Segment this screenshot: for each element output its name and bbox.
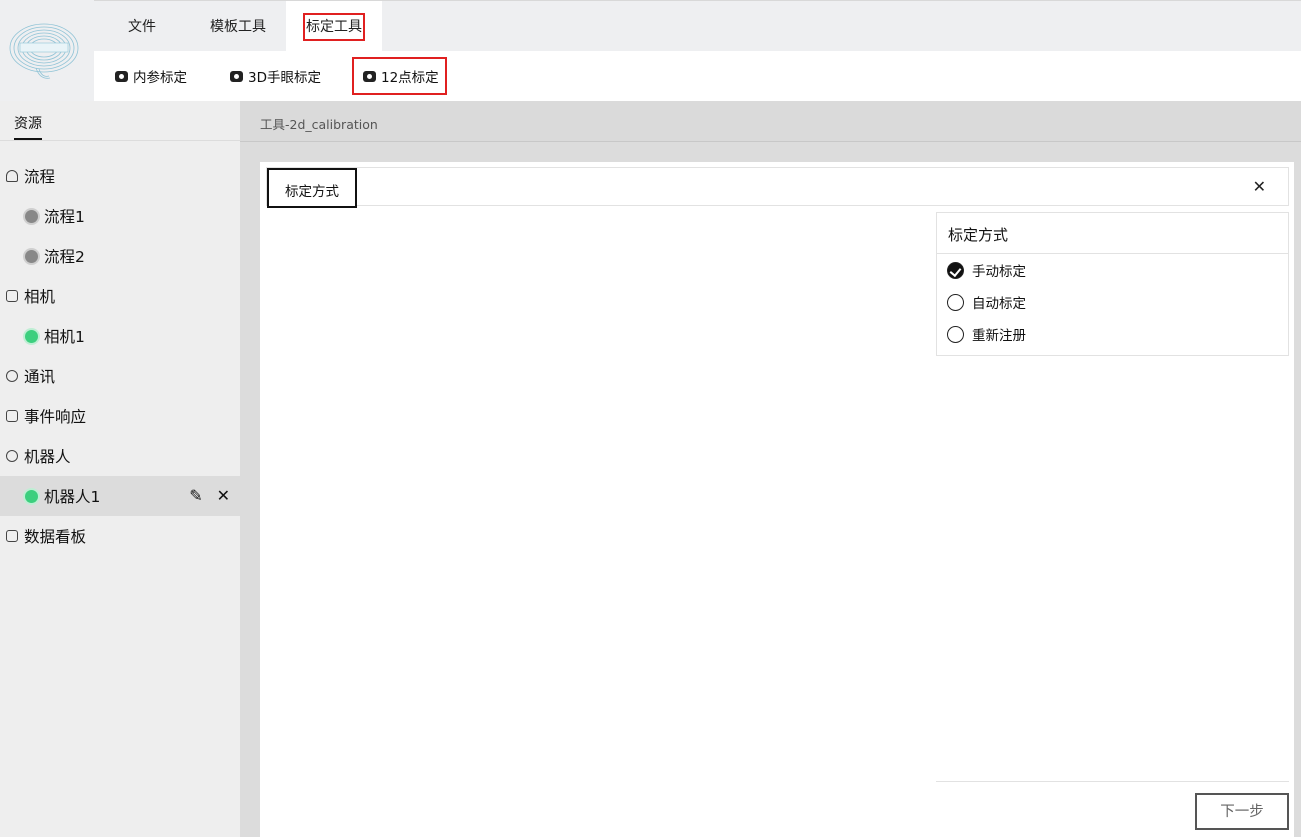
communication-icon bbox=[6, 370, 18, 382]
close-icon[interactable]: ✕ bbox=[1253, 177, 1266, 196]
radio-re-register[interactable]: 重新注册 bbox=[937, 318, 1288, 350]
sidebar-item-label: 事件响应 bbox=[24, 408, 87, 426]
document-icon bbox=[6, 410, 18, 422]
breadcrumb-bar: 工具-2d_calibration bbox=[240, 101, 1301, 142]
robot-icon bbox=[6, 450, 18, 462]
sidebar-item-label: 相机1 bbox=[44, 328, 85, 346]
menu-tab-label: 模板工具 bbox=[210, 19, 266, 35]
menu-tab-file[interactable]: 文件 bbox=[118, 1, 166, 52]
menu-bar: 文件 模板工具 标定工具 bbox=[94, 0, 1301, 52]
radio-label: 手动标定 bbox=[972, 264, 1026, 280]
sidebar-tab-resources[interactable]: 资源 bbox=[14, 113, 42, 141]
calibration-method-group: 标定方式 手动标定 自动标定 重新注册 bbox=[936, 212, 1289, 356]
sidebar-item-label: 流程2 bbox=[44, 248, 85, 266]
sidebar-item-camera-1[interactable]: 相机1 bbox=[0, 316, 240, 356]
sidebar-item-robot-1[interactable]: 机器人1 ✎ ✕ bbox=[0, 476, 240, 516]
sidebar-item-data-dashboard[interactable]: 数据看板 bbox=[0, 516, 240, 556]
sidebar-item-process-2[interactable]: 流程2 bbox=[0, 236, 240, 276]
sidebar-item-label: 机器人1 bbox=[44, 488, 101, 506]
menu-tab-template-tools[interactable]: 模板工具 bbox=[202, 1, 274, 52]
breadcrumb: 工具-2d_calibration bbox=[260, 117, 378, 132]
tab-calibration-method[interactable]: 标定方式 bbox=[267, 168, 357, 208]
next-step-button[interactable]: 下一步 bbox=[1195, 793, 1289, 830]
brain-logo-icon bbox=[9, 23, 79, 79]
status-dot bbox=[25, 489, 38, 503]
radio-unchecked-icon[interactable] bbox=[947, 293, 964, 311]
calibration-icon bbox=[115, 70, 128, 82]
app-window: 文件 模板工具 标定工具 内参标定 3D手眼标定 12点标定 资源 流程 流程1… bbox=[0, 0, 1301, 837]
sidebar-divider bbox=[0, 140, 240, 141]
radio-label: 重新注册 bbox=[972, 328, 1026, 344]
calibration-icon bbox=[230, 70, 243, 82]
camera-icon bbox=[6, 290, 18, 302]
main-content: 工具-2d_calibration 标定方式 ✕ 标定方式 手动标定 自动标定 bbox=[240, 101, 1301, 837]
sidebar-item-label: 流程1 bbox=[44, 208, 85, 226]
sidebar-item-label: 数据看板 bbox=[24, 528, 87, 546]
radio-manual-calibration[interactable]: 手动标定 bbox=[937, 254, 1288, 286]
sidebar-item-process[interactable]: 流程 bbox=[0, 156, 240, 196]
method-group-title: 标定方式 bbox=[937, 213, 1288, 254]
sidebar-item-label: 机器人 bbox=[24, 448, 71, 466]
edit-icon[interactable]: ✎ bbox=[189, 486, 202, 505]
status-dot bbox=[25, 329, 38, 343]
calibration-icon bbox=[363, 70, 376, 82]
sidebar-item-robot[interactable]: 机器人 bbox=[0, 436, 240, 476]
radio-auto-calibration[interactable]: 自动标定 bbox=[937, 286, 1288, 318]
tool-button-label: 3D手眼标定 bbox=[248, 70, 321, 86]
status-dot bbox=[25, 209, 38, 223]
radio-label: 自动标定 bbox=[972, 296, 1026, 312]
tool-button-label: 12点标定 bbox=[381, 70, 439, 86]
intrinsic-calibration-button[interactable]: 内参标定 bbox=[115, 51, 187, 101]
sidebar-item-label: 通讯 bbox=[24, 368, 56, 386]
menu-tab-calibration-tools[interactable]: 标定工具 bbox=[286, 1, 382, 52]
footer-divider bbox=[936, 781, 1289, 782]
radio-checked-icon[interactable] bbox=[947, 261, 964, 279]
calibration-panel: 标定方式 ✕ 标定方式 手动标定 自动标定 重新注册 下一步 bbox=[260, 162, 1294, 837]
panel-header: 标定方式 ✕ bbox=[266, 167, 1289, 208]
sidebar-item-label: 相机 bbox=[24, 288, 56, 306]
menu-tab-label: 文件 bbox=[128, 19, 156, 35]
logo-area bbox=[0, 0, 94, 101]
tool-button-label: 内参标定 bbox=[133, 70, 187, 86]
sidebar-item-process-1[interactable]: 流程1 bbox=[0, 196, 240, 236]
hand-eye-3d-calibration-button[interactable]: 3D手眼标定 bbox=[230, 51, 321, 101]
row-actions: ✎ ✕ bbox=[189, 486, 230, 505]
menu-tab-label: 标定工具 bbox=[303, 13, 365, 41]
radio-unchecked-icon[interactable] bbox=[947, 325, 964, 343]
dashboard-icon bbox=[6, 530, 18, 542]
sidebar-item-event-response[interactable]: 事件响应 bbox=[0, 396, 240, 436]
ribbon-toolbar: 内参标定 3D手眼标定 12点标定 bbox=[94, 51, 1301, 101]
sidebar-item-camera[interactable]: 相机 bbox=[0, 276, 240, 316]
sidebar-item-communication[interactable]: 通讯 bbox=[0, 356, 240, 396]
status-dot bbox=[25, 249, 38, 263]
bell-icon bbox=[6, 170, 18, 182]
sidebar-item-label: 流程 bbox=[24, 168, 56, 186]
resource-sidebar: 资源 流程 流程1 流程2 相机 相机1 通讯 事件响应 机器人 机器人1 ✎ … bbox=[0, 101, 240, 837]
close-icon[interactable]: ✕ bbox=[217, 486, 230, 505]
twelve-point-calibration-button[interactable]: 12点标定 bbox=[352, 57, 447, 95]
